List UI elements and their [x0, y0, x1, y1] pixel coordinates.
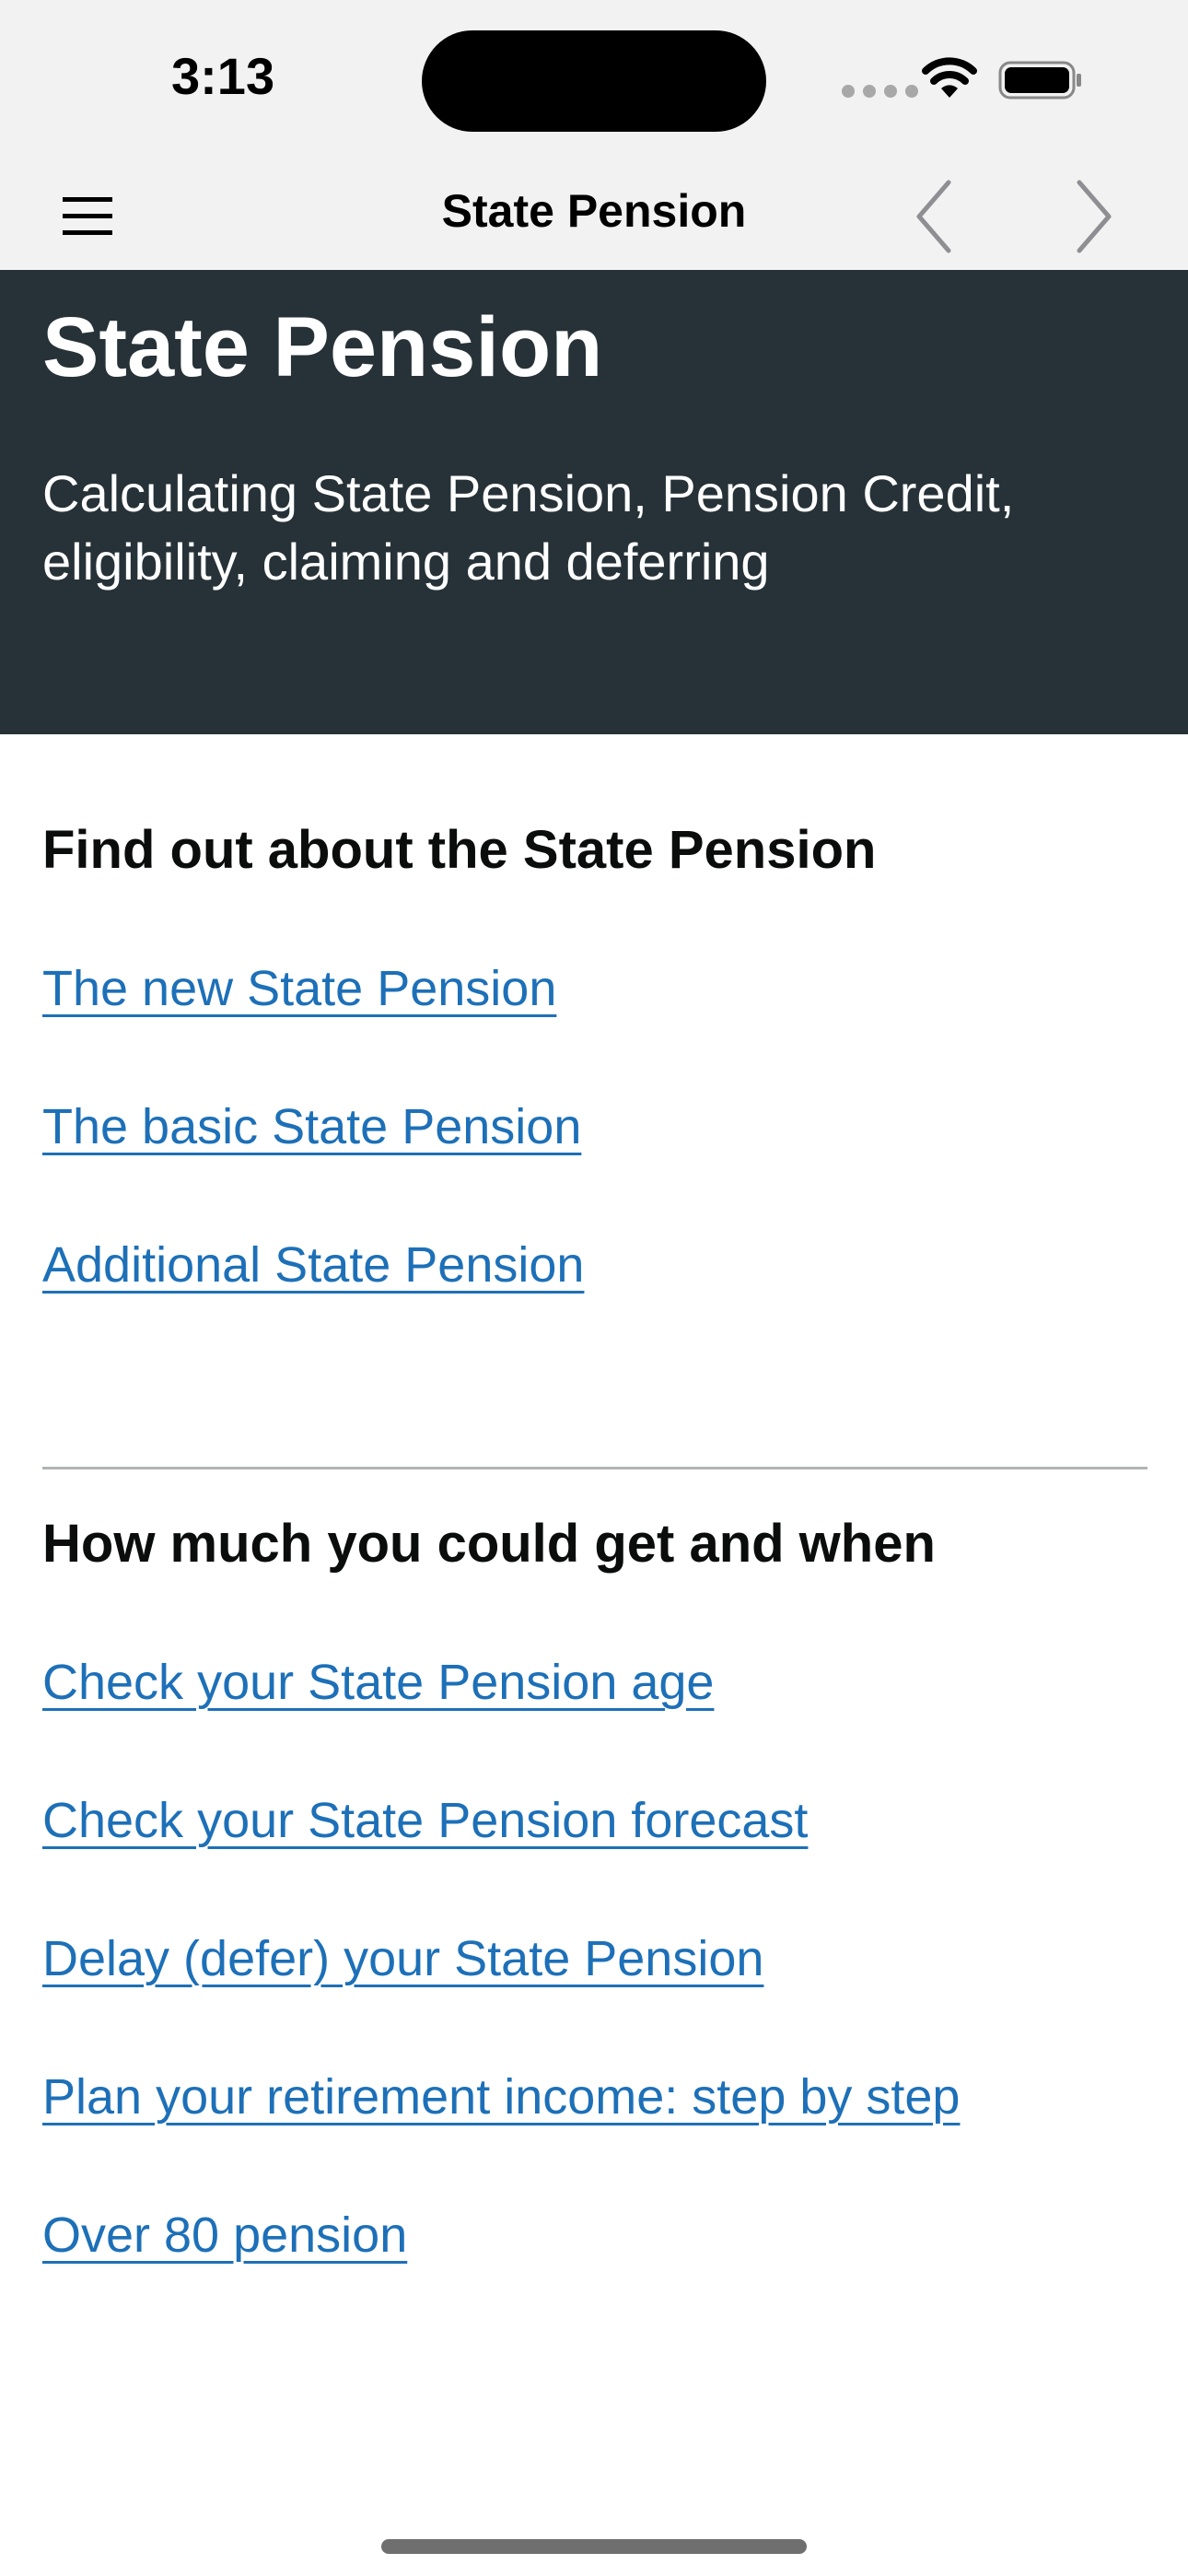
link-basic-state-pension[interactable]: The basic State Pension — [42, 1098, 581, 1155]
page-title: State Pension — [42, 300, 603, 394]
link-delay-defer-pension[interactable]: Delay (defer) your State Pension — [42, 1930, 763, 1987]
nav-title: State Pension — [441, 185, 747, 237]
link-plan-retirement-income[interactable]: Plan your retirement income: step by ste… — [42, 2068, 960, 2125]
status-time: 3:13 — [171, 47, 275, 105]
link-check-pension-age[interactable]: Check your State Pension age — [42, 1654, 714, 1711]
page-description: Calculating State Pension, Pension Credi… — [42, 464, 1015, 591]
link-new-state-pension[interactable]: The new State Pension — [42, 960, 556, 1017]
chevron-right-icon[interactable] — [1070, 175, 1116, 258]
navigation-bar: State Pension — [0, 164, 1188, 270]
link-additional-state-pension[interactable]: Additional State Pension — [42, 1236, 584, 1294]
dynamic-island — [422, 30, 766, 132]
status-bar: 3:13 — [0, 0, 1188, 164]
cellular-signal-icon — [842, 85, 918, 98]
section-heading-find-out: Find out about the State Pension — [42, 820, 877, 880]
link-over-80-pension[interactable]: Over 80 pension — [42, 2207, 407, 2264]
chevron-left-icon[interactable] — [912, 175, 958, 258]
section-heading-how-much: How much you could get and when — [42, 1514, 936, 1574]
battery-icon — [998, 61, 1081, 100]
section-divider — [42, 1467, 1147, 1469]
link-check-pension-forecast[interactable]: Check your State Pension forecast — [42, 1792, 808, 1849]
hero-banner: State Pension Calculating State Pension,… — [0, 270, 1188, 734]
home-indicator[interactable] — [381, 2539, 807, 2554]
wifi-icon — [922, 57, 977, 98]
